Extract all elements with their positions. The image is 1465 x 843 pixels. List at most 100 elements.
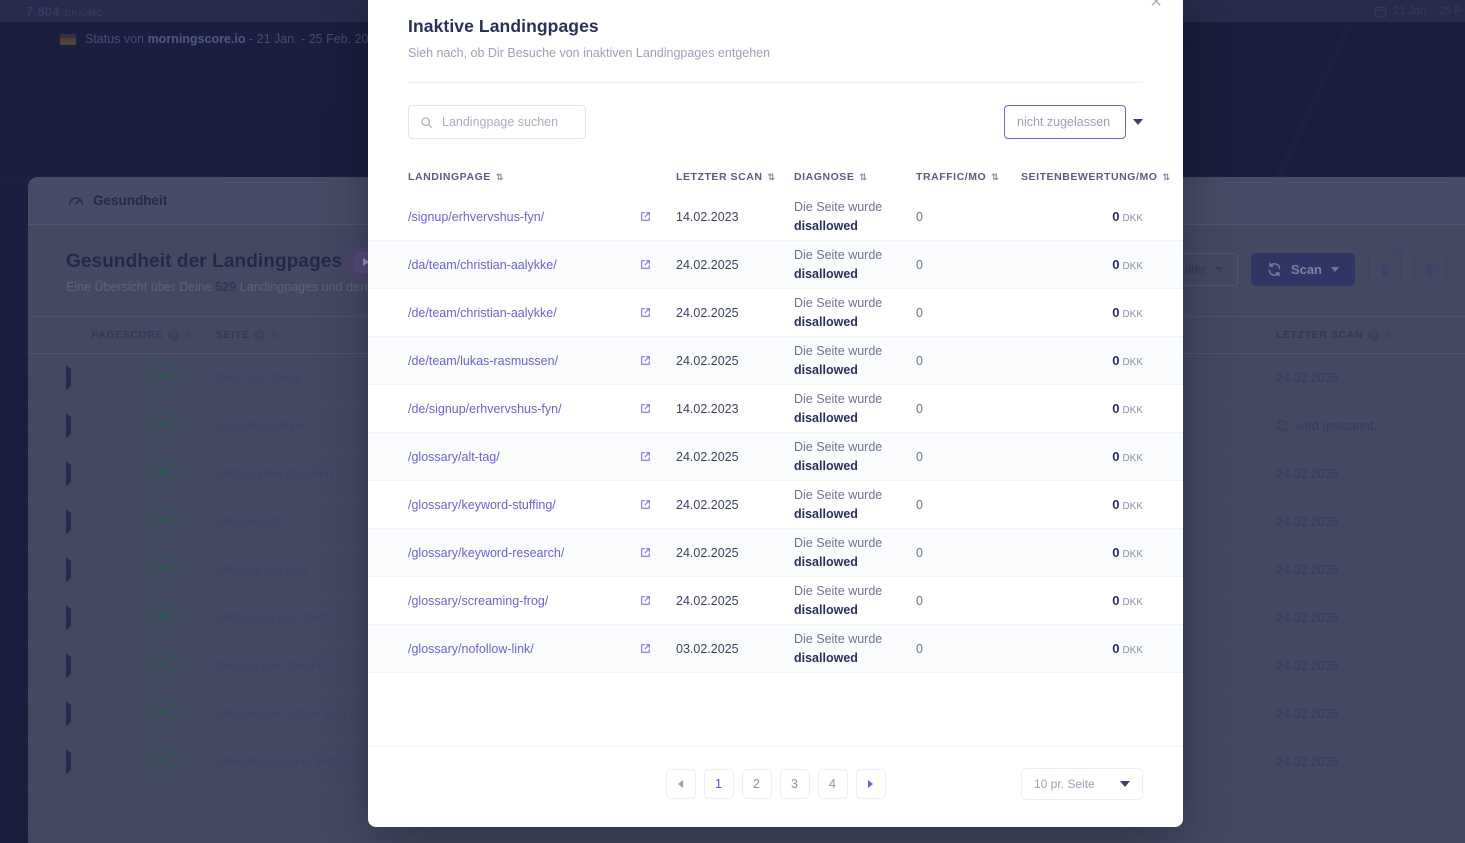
external-link-icon[interactable]	[640, 451, 651, 462]
rating-value: 0	[1112, 592, 1120, 608]
external-link-icon[interactable]	[640, 499, 651, 510]
landingpages-table-body: /signup/erhvervshus-fyn/14.02.2023 Die Se…	[368, 193, 1183, 673]
diagnose-line1: Die Seite wurde	[794, 440, 883, 455]
status-filter-select[interactable]: nicht zugelassen	[1004, 105, 1126, 139]
table-row[interactable]: /glossary/keyword-stuffing/24.02.2025 Die…	[368, 481, 1183, 529]
landingpage-link[interactable]: /signup/erhvervshus-fyn/	[408, 210, 544, 224]
diagnose-line1: Die Seite wurde	[794, 488, 883, 503]
diagnose-line1: Die Seite wurde	[794, 392, 883, 407]
traffic-value: 0	[916, 305, 923, 320]
diagnose-line2: disallowed	[794, 458, 858, 473]
rating-currency: DKK	[1122, 356, 1143, 368]
sort-icon[interactable]: ⇅	[1162, 172, 1169, 182]
rating-currency: DKK	[1122, 404, 1143, 416]
col-seitenbewertung[interactable]: SEITENBEWERTUNG/MO ⇅	[1021, 171, 1170, 183]
rating-value: 0	[1112, 256, 1120, 272]
external-link-icon[interactable]	[640, 355, 651, 366]
landingpage-link[interactable]: /glossary/keyword-research/	[408, 546, 564, 560]
traffic-value: 0	[916, 353, 923, 368]
rating-currency: DKK	[1122, 644, 1143, 656]
search-box[interactable]	[408, 105, 586, 139]
table-row[interactable]: /glossary/nofollow-link/03.02.2025 Die Se…	[368, 625, 1183, 673]
pagination-page[interactable]: 4	[817, 769, 848, 799]
landingpage-link[interactable]: /glossary/alt-tag/	[408, 450, 500, 464]
traffic-value: 0	[916, 593, 923, 608]
pagination-page[interactable]: 2	[741, 769, 772, 799]
status-filter[interactable]: nicht zugelassen	[1004, 105, 1143, 139]
traffic-value: 0	[916, 497, 923, 512]
scan-date: 24.02.2025	[676, 353, 739, 368]
pagination-page[interactable]: 1	[703, 769, 734, 799]
diagnose-line1: Die Seite wurde	[794, 584, 883, 599]
landingpage-link[interactable]: /de/signup/erhvervshus-fyn/	[408, 402, 562, 416]
diagnose-line1: Die Seite wurde	[794, 632, 883, 647]
rating-currency: DKK	[1122, 260, 1143, 272]
scan-date: 14.02.2023	[676, 401, 739, 416]
col-letzter-scan[interactable]: LETZTER SCAN ⇅	[676, 171, 794, 183]
col-diagnose[interactable]: DIAGNOSE ⇅	[794, 171, 916, 183]
rating-currency: DKK	[1122, 308, 1143, 320]
diagnose-line1: Die Seite wurde	[794, 200, 883, 215]
table-row[interactable]: /glossary/screaming-frog/24.02.2025 Die S…	[368, 577, 1183, 625]
traffic-value: 0	[916, 209, 923, 224]
external-link-icon[interactable]	[640, 307, 651, 318]
traffic-value: 0	[916, 401, 923, 416]
pagination: 1234	[665, 769, 886, 799]
pagination-page[interactable]: 3	[779, 769, 810, 799]
sort-icon[interactable]: ⇅	[859, 172, 866, 182]
diagnose-line1: Die Seite wurde	[794, 296, 883, 311]
diagnose-line2: disallowed	[794, 410, 858, 425]
sort-icon[interactable]: ⇅	[991, 172, 998, 182]
modal-title: Inaktive Landingpages	[408, 16, 599, 36]
traffic-value: 0	[916, 545, 923, 560]
landingpages-table-header: LANDINGPAGE ⇅ LETZTER SCAN ⇅ DIAGNOSE ⇅ TRA…	[368, 161, 1183, 193]
rating-value: 0	[1112, 640, 1120, 656]
external-link-icon[interactable]	[640, 211, 651, 222]
table-row[interactable]: /glossary/keyword-research/24.02.2025 Die…	[368, 529, 1183, 577]
pagination-next[interactable]	[855, 769, 886, 799]
inactive-landingpages-modal: × Inaktive Landingpages Sieh nach, ob Di…	[368, 0, 1183, 827]
diagnose-line2: disallowed	[794, 554, 858, 569]
col-traffic-label: TRAFFIC/MO	[916, 171, 987, 183]
external-link-icon[interactable]	[640, 643, 651, 654]
scan-date: 24.02.2025	[676, 593, 739, 608]
table-row[interactable]: /de/team/lukas-rasmussen/24.02.2025 Die S…	[368, 337, 1183, 385]
table-row[interactable]: /de/team/christian-aalykke/24.02.2025 Die…	[368, 289, 1183, 337]
external-link-icon[interactable]	[640, 547, 651, 558]
modal-header: Inaktive Landingpages Sieh nach, ob Dir …	[368, 0, 1183, 60]
landingpage-link[interactable]: /de/team/lukas-rasmussen/	[408, 354, 558, 368]
landingpage-link[interactable]: /de/team/christian-aalykke/	[408, 306, 557, 320]
diagnose-line2: disallowed	[794, 506, 858, 521]
per-page-select[interactable]: 10 pr. Seite	[1021, 768, 1143, 800]
sort-icon[interactable]: ⇅	[768, 172, 775, 182]
diagnose-line1: Die Seite wurde	[794, 248, 883, 263]
external-link-icon[interactable]	[640, 595, 651, 606]
table-row[interactable]: /de/signup/erhvervshus-fyn/14.02.2023 Die…	[368, 385, 1183, 433]
chevron-down-icon[interactable]	[1133, 119, 1143, 125]
external-link-icon[interactable]	[640, 403, 651, 414]
col-traffic[interactable]: TRAFFIC/MO ⇅	[916, 171, 1021, 183]
modal-footer: 1234 10 pr. Seite	[368, 746, 1183, 827]
rating-value: 0	[1112, 208, 1120, 224]
chevron-down-icon	[1120, 781, 1130, 787]
diagnose-line2: disallowed	[794, 362, 858, 377]
table-row[interactable]: /signup/erhvervshus-fyn/14.02.2023 Die Se…	[368, 193, 1183, 241]
landingpage-link[interactable]: /glossary/keyword-stuffing/	[408, 498, 556, 512]
sort-icon[interactable]: ⇅	[496, 172, 503, 182]
rating-currency: DKK	[1122, 596, 1143, 608]
table-row[interactable]: /glossary/alt-tag/24.02.2025 Die Seite wu…	[368, 433, 1183, 481]
landingpage-link[interactable]: /glossary/screaming-frog/	[408, 594, 548, 608]
pagination-prev[interactable]	[665, 769, 696, 799]
rating-currency: DKK	[1122, 452, 1143, 464]
col-landingpage[interactable]: LANDINGPAGE ⇅	[408, 171, 640, 183]
diagnose-line2: disallowed	[794, 602, 858, 617]
landingpage-link[interactable]: /da/team/christian-aalykke/	[408, 258, 557, 272]
landingpage-link[interactable]: /glossary/nofollow-link/	[408, 642, 534, 656]
rating-value: 0	[1112, 352, 1120, 368]
search-input[interactable]	[442, 115, 574, 129]
table-row[interactable]: /da/team/christian-aalykke/24.02.2025 Die…	[368, 241, 1183, 289]
traffic-value: 0	[916, 257, 923, 272]
external-link-icon[interactable]	[640, 259, 651, 270]
search-icon	[421, 116, 432, 128]
close-icon[interactable]: ×	[1144, 0, 1168, 16]
